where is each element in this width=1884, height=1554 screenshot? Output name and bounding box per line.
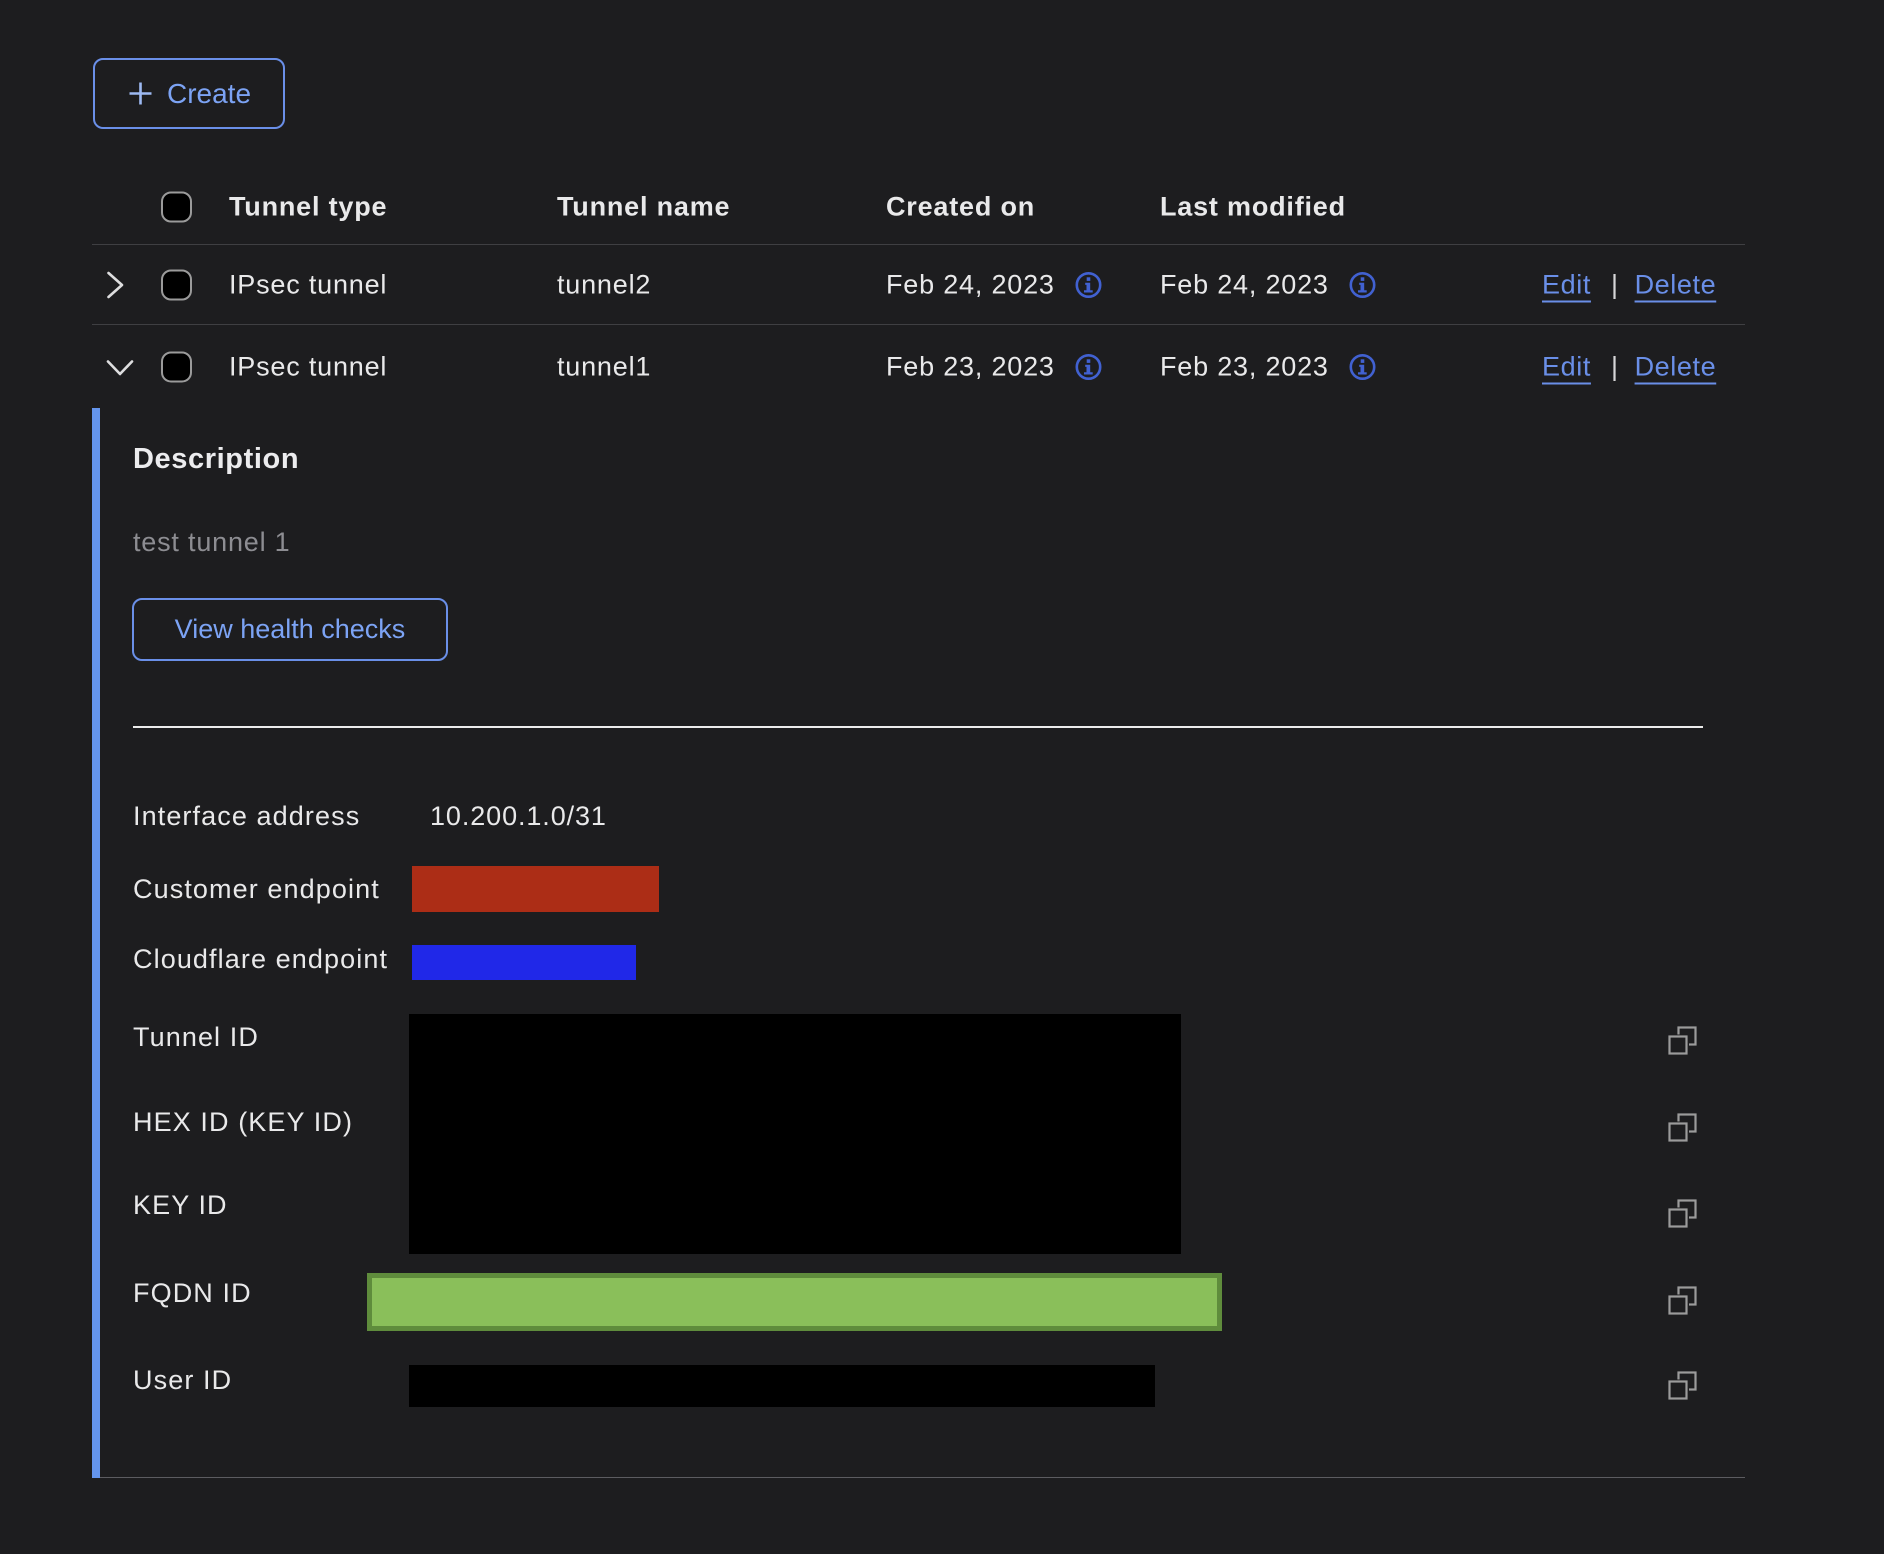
copy-icon xyxy=(1668,1113,1697,1142)
header-created-on: Created on xyxy=(886,192,1035,223)
tunnel-id-redaction xyxy=(409,1014,1181,1254)
table-row-tunnel1: IPsec tunnel tunnel1 Feb 23, 2023 Feb 23… xyxy=(92,325,1745,408)
description-heading: Description xyxy=(133,443,299,476)
select-all-checkbox[interactable] xyxy=(161,192,192,223)
row-checkbox[interactable] xyxy=(161,269,192,300)
create-button-label: Create xyxy=(167,78,251,110)
copy-user-id-button[interactable] xyxy=(1668,1371,1696,1399)
actions-separator: | xyxy=(1611,351,1619,382)
expand-row-button[interactable] xyxy=(106,271,134,299)
collapse-row-button[interactable] xyxy=(106,353,134,381)
info-icon[interactable] xyxy=(1075,353,1102,380)
modified-date: Feb 23, 2023 xyxy=(1160,351,1329,382)
cell-last-modified: Feb 23, 2023 xyxy=(1160,351,1376,382)
copy-tunnel-id-button[interactable] xyxy=(1668,1026,1696,1054)
info-icon[interactable] xyxy=(1349,353,1376,380)
tunnel-details-panel: Description test tunnel 1 View health ch… xyxy=(92,408,1745,1478)
ipsec-tunnels-page: Create Tunnel type Tunnel name Created o… xyxy=(0,0,1884,1554)
field-label-user-id: User ID xyxy=(133,1365,232,1396)
modified-date: Feb 24, 2023 xyxy=(1160,269,1329,300)
copy-fqdn-id-button[interactable] xyxy=(1668,1286,1696,1314)
copy-icon xyxy=(1668,1026,1697,1055)
delete-link[interactable]: Delete xyxy=(1635,351,1717,382)
edit-link[interactable]: Edit xyxy=(1542,269,1591,300)
field-label-tunnel-id: Tunnel ID xyxy=(133,1022,259,1053)
field-value-interface-address: 10.200.1.0/31 xyxy=(430,801,607,832)
plus-icon xyxy=(127,80,154,107)
fqdn-id-redaction xyxy=(367,1273,1222,1331)
create-button[interactable]: Create xyxy=(93,58,285,129)
row-actions: Edit | Delete xyxy=(1542,351,1716,382)
delete-link[interactable]: Delete xyxy=(1635,269,1717,300)
cell-tunnel-name: tunnel2 xyxy=(557,269,651,300)
created-date: Feb 23, 2023 xyxy=(886,351,1055,382)
field-label-cloudflare-endpoint: Cloudflare endpoint xyxy=(133,944,388,975)
field-label-customer-endpoint: Customer endpoint xyxy=(133,874,380,905)
cloudflare-endpoint-redaction xyxy=(412,945,636,980)
row-actions: Edit | Delete xyxy=(1542,269,1716,300)
tunnels-table: Tunnel type Tunnel name Created on Last … xyxy=(92,170,1745,408)
customer-endpoint-redaction xyxy=(412,866,659,912)
table-row-tunnel2: IPsec tunnel tunnel2 Feb 24, 2023 Feb 24… xyxy=(92,245,1745,325)
copy-hex-id-button[interactable] xyxy=(1668,1113,1696,1141)
header-last-modified: Last modified xyxy=(1160,192,1346,223)
copy-icon xyxy=(1668,1199,1697,1228)
chevron-down-icon xyxy=(106,353,134,381)
header-tunnel-name: Tunnel name xyxy=(557,192,730,223)
field-label-fqdn-id: FQDN ID xyxy=(133,1278,252,1309)
description-text: test tunnel 1 xyxy=(133,527,291,558)
cell-created-on: Feb 24, 2023 xyxy=(886,269,1102,300)
info-icon[interactable] xyxy=(1349,271,1376,298)
copy-icon xyxy=(1668,1371,1697,1400)
actions-separator: | xyxy=(1611,269,1619,300)
field-label-interface-address: Interface address xyxy=(133,801,360,832)
panel-divider xyxy=(133,726,1703,728)
edit-link[interactable]: Edit xyxy=(1542,351,1591,382)
user-id-redaction xyxy=(409,1365,1155,1407)
copy-icon xyxy=(1668,1286,1697,1315)
chevron-right-icon xyxy=(106,271,134,299)
info-icon[interactable] xyxy=(1075,271,1102,298)
view-health-checks-label: View health checks xyxy=(175,614,406,645)
view-health-checks-button[interactable]: View health checks xyxy=(132,598,448,661)
cell-tunnel-type: IPsec tunnel xyxy=(229,269,387,300)
expanded-row-indicator-bar xyxy=(92,408,100,1478)
copy-key-id-button[interactable] xyxy=(1668,1199,1696,1227)
created-date: Feb 24, 2023 xyxy=(886,269,1055,300)
cell-last-modified: Feb 24, 2023 xyxy=(1160,269,1376,300)
field-label-hex-id: HEX ID (KEY ID) xyxy=(133,1107,353,1138)
cell-tunnel-type: IPsec tunnel xyxy=(229,351,387,382)
field-label-key-id: KEY ID xyxy=(133,1190,228,1221)
row-checkbox[interactable] xyxy=(161,351,192,382)
cell-created-on: Feb 23, 2023 xyxy=(886,351,1102,382)
header-tunnel-type: Tunnel type xyxy=(229,192,387,223)
cell-tunnel-name: tunnel1 xyxy=(557,351,651,382)
table-header-row: Tunnel type Tunnel name Created on Last … xyxy=(92,170,1745,245)
